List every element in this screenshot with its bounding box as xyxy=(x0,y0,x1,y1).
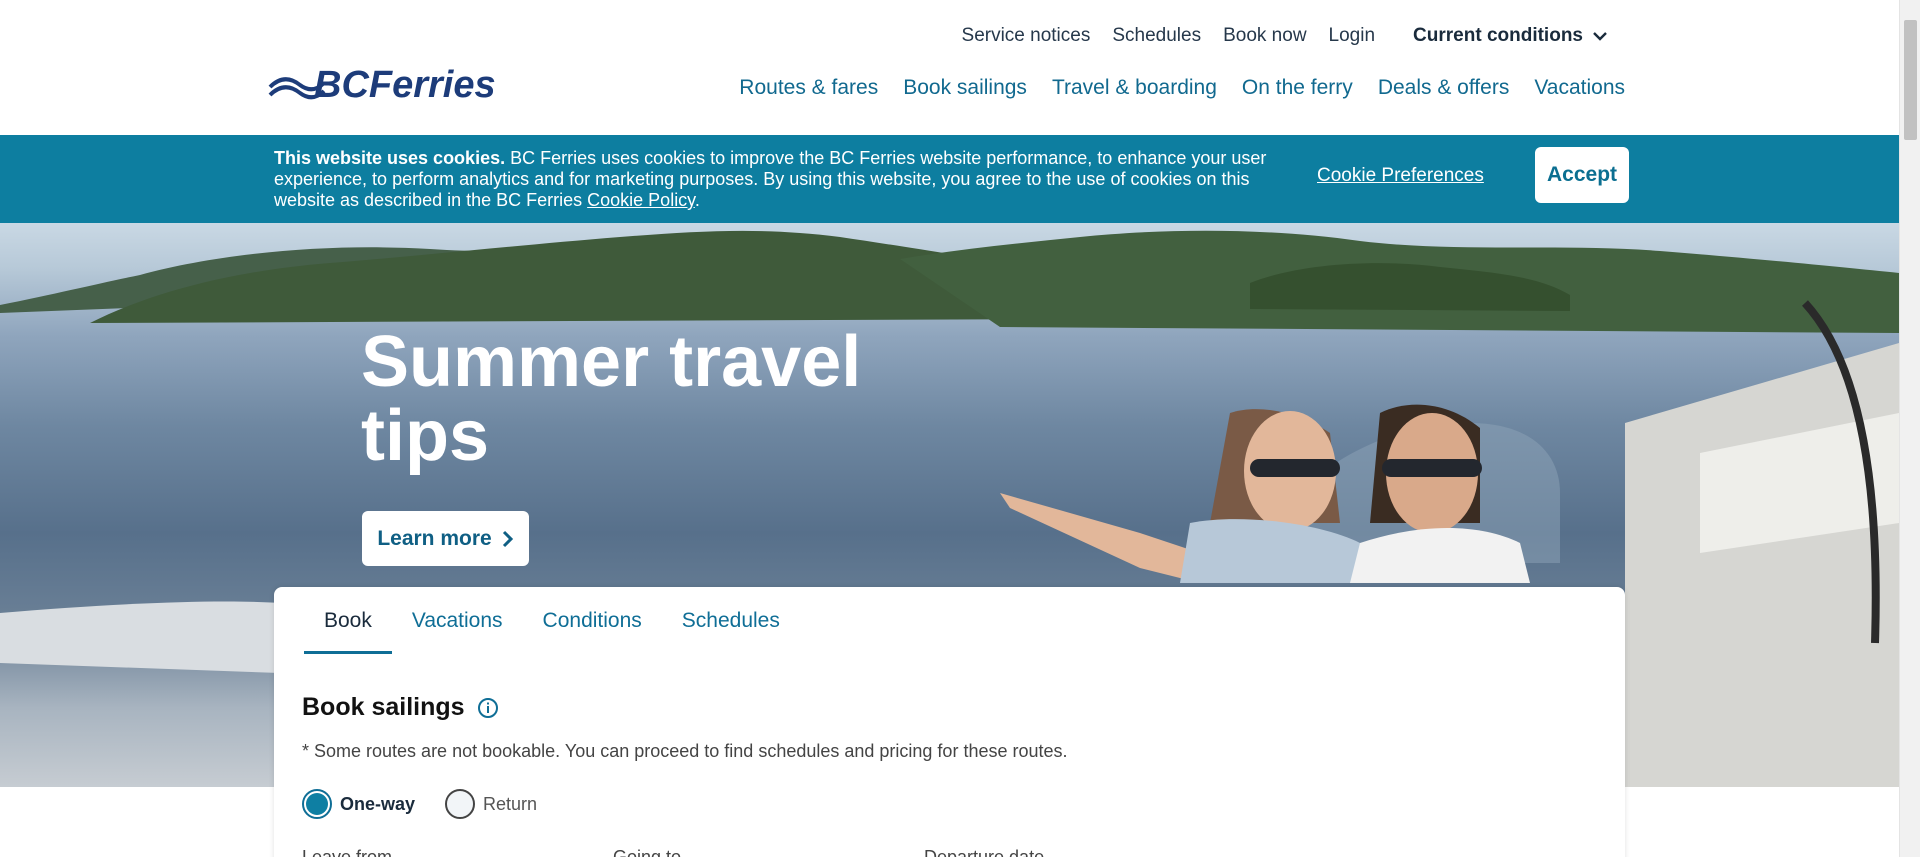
learn-more-button[interactable]: Learn more xyxy=(362,511,529,566)
cookie-tail: . xyxy=(694,190,700,210)
nav-book-sailings[interactable]: Book sailings xyxy=(903,76,1027,100)
main-nav: Routes & fares Book sailings Travel & bo… xyxy=(714,76,1625,100)
cookie-preferences-link[interactable]: Cookie Preferences xyxy=(1317,165,1484,187)
site-header: BCFerries Service notices Schedules Book… xyxy=(0,0,1899,135)
login-link[interactable]: Login xyxy=(1329,25,1376,47)
cookie-policy-link[interactable]: Cookie Policy xyxy=(587,190,695,210)
bookable-note: * Some routes are not bookable. You can … xyxy=(302,741,1068,761)
utility-nav: Service notices Schedules Book now Login… xyxy=(940,25,1607,47)
departure-date-label: Departure date xyxy=(924,847,1045,857)
one-way-label: One-way xyxy=(340,793,416,814)
return-label: Return xyxy=(483,793,538,814)
bcferries-logo[interactable]: BCFerries xyxy=(268,63,508,108)
nav-deals-offers[interactable]: Deals & offers xyxy=(1378,76,1510,100)
page-scrollbar[interactable] xyxy=(1899,0,1920,857)
tab-conditions[interactable]: Conditions xyxy=(523,609,662,654)
schedules-link[interactable]: Schedules xyxy=(1112,25,1201,47)
return-radio[interactable]: Return xyxy=(445,789,537,819)
cookie-message: This website uses cookies. BC Ferries us… xyxy=(274,148,1274,211)
leave-from-label: Leave from xyxy=(302,847,393,857)
nav-on-the-ferry[interactable]: On the ferry xyxy=(1242,76,1353,100)
book-sailings-heading: Book sailings xyxy=(302,693,499,722)
tab-book[interactable]: Book xyxy=(304,609,392,654)
going-to-label: Going to xyxy=(613,847,682,857)
booking-panel: Book Vacations Conditions Schedules Book… xyxy=(274,587,1625,857)
book-sailings-title: Book sailings xyxy=(302,693,465,721)
current-conditions-dropdown[interactable]: Current conditions xyxy=(1413,25,1607,47)
tab-schedules[interactable]: Schedules xyxy=(662,609,800,654)
cookie-lead: This website uses cookies. xyxy=(274,148,506,168)
nav-routes-fares[interactable]: Routes & fares xyxy=(739,76,878,100)
svg-text:BCFerries: BCFerries xyxy=(314,64,496,103)
scrollbar-thumb[interactable] xyxy=(1904,20,1917,140)
current-conditions-label: Current conditions xyxy=(1413,25,1583,46)
one-way-radio[interactable]: One-way xyxy=(302,789,415,819)
book-now-link[interactable]: Book now xyxy=(1223,25,1306,47)
service-notices-link[interactable]: Service notices xyxy=(962,25,1091,47)
nav-vacations[interactable]: Vacations xyxy=(1534,76,1625,100)
booking-tabs: Book Vacations Conditions Schedules xyxy=(304,609,800,654)
info-icon[interactable] xyxy=(477,697,499,719)
accept-cookies-button[interactable]: Accept xyxy=(1535,147,1629,203)
hero-title: Summer travel tips xyxy=(361,322,862,476)
booking-field-labels: Leave from Going to Departure date xyxy=(302,847,1235,857)
radio-selected-icon xyxy=(302,789,332,819)
chevron-down-icon xyxy=(1593,32,1607,41)
learn-more-label: Learn more xyxy=(377,526,492,550)
radio-unselected-icon xyxy=(445,789,476,819)
tab-vacations[interactable]: Vacations xyxy=(392,609,523,654)
trip-type-radios: One-way Return xyxy=(302,789,567,819)
chevron-right-icon xyxy=(502,530,513,547)
nav-travel-boarding[interactable]: Travel & boarding xyxy=(1052,76,1217,100)
